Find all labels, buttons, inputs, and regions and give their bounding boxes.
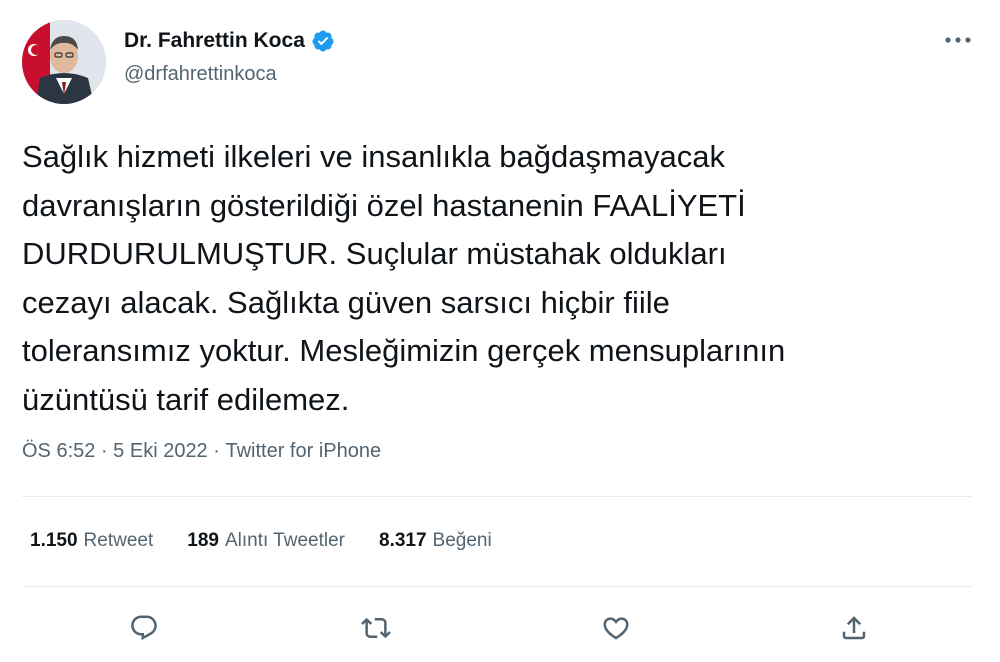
- display-name[interactable]: Dr. Fahrettin Koca: [124, 29, 305, 53]
- likes-count: 8.317: [379, 530, 427, 551]
- retweet-icon: [361, 617, 391, 639]
- reply-button[interactable]: [124, 608, 164, 648]
- user-handle[interactable]: @drfahrettinkoca: [124, 63, 277, 86]
- retweets-label: Retweet: [83, 530, 154, 551]
- retweet-button[interactable]: [356, 608, 396, 648]
- quotes-label: Alıntı Tweetler: [224, 530, 345, 551]
- reply-icon: [131, 615, 157, 641]
- tweet-meta: ÖS 6:52 · 5 Eki 2022 · Twitter for iPhon…: [22, 440, 381, 463]
- share-icon: [842, 616, 866, 640]
- likes-stat[interactable]: 8.317 Beğeni: [379, 530, 492, 552]
- quotes-stat[interactable]: 189 Alıntı Tweetler: [187, 530, 345, 552]
- meta-separator: ·: [207, 440, 226, 462]
- user-name-row: Dr. Fahrettin Koca: [124, 29, 335, 53]
- more-icon: [945, 37, 971, 43]
- divider: [22, 586, 972, 587]
- likes-label: Beğeni: [432, 530, 492, 551]
- divider: [22, 496, 972, 497]
- tweet-date[interactable]: 5 Eki 2022: [113, 440, 208, 463]
- verified-badge-icon: [311, 29, 335, 53]
- retweets-stat[interactable]: 1.150 Retweet: [30, 530, 153, 552]
- tweet-actions: [0, 608, 1000, 648]
- avatar-image: [22, 20, 106, 104]
- share-button[interactable]: [834, 608, 874, 648]
- retweets-count: 1.150: [30, 530, 78, 551]
- like-button[interactable]: [596, 608, 636, 648]
- tweet-time[interactable]: ÖS 6:52: [22, 440, 95, 463]
- avatar[interactable]: [22, 20, 106, 104]
- tweet-text: Sağlık hizmeti ilkeleri ve insanlıkla ba…: [22, 139, 786, 417]
- more-options-button[interactable]: [940, 28, 976, 52]
- quotes-count: 189: [187, 530, 219, 551]
- like-icon: [603, 617, 629, 640]
- meta-separator: ·: [95, 440, 114, 462]
- tweet-source[interactable]: Twitter for iPhone: [225, 440, 381, 463]
- tweet-stats: 1.150 Retweet 189 Alıntı Tweetler 8.317 …: [30, 530, 526, 552]
